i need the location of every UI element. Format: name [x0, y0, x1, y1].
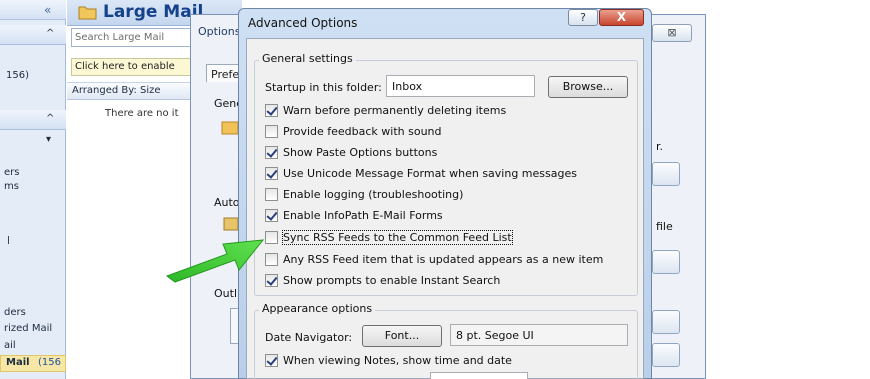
checkbox-unicode-format[interactable]: Use Unicode Message Format when saving m…: [265, 165, 577, 181]
partial-field[interactable]: [430, 372, 528, 379]
nav-item[interactable]: ers: [4, 167, 19, 178]
expand-section-icon[interactable]: ^: [46, 28, 54, 39]
checkbox-checked[interactable]: [265, 166, 278, 180]
checkbox-notes-time-date[interactable]: When viewing Notes, show time and date: [265, 352, 512, 368]
options-button[interactable]: [652, 250, 680, 274]
expand-section-icon[interactable]: ^: [46, 113, 54, 124]
nav-section-bar: [0, 110, 66, 130]
info-bar[interactable]: Click here to enable: [71, 58, 191, 76]
font-button[interactable]: Font...: [362, 325, 442, 347]
dropdown-icon[interactable]: ▾: [46, 134, 51, 145]
folder-icon: [78, 6, 97, 20]
search-input[interactable]: Search Large Mail: [71, 28, 191, 47]
dialog-title: Advanced Options: [248, 16, 358, 30]
checkbox-sync-rss[interactable]: Sync RSS Feeds to the Common Feed List: [265, 229, 513, 245]
nav-item[interactable]: rized Mail: [4, 323, 52, 334]
appearance-options-legend: Appearance options: [259, 302, 376, 315]
checkbox-checked[interactable]: [265, 145, 278, 159]
checkbox-feedback-sound[interactable]: Provide feedback with sound: [265, 123, 442, 139]
collapse-nav-icon[interactable]: «: [44, 3, 51, 17]
general-settings-legend: General settings: [259, 52, 356, 65]
section-label: Auto: [214, 196, 240, 209]
checkbox-warn-delete[interactable]: Warn before permanently deleting items: [265, 102, 506, 118]
checkbox-paste-options[interactable]: Show Paste Options buttons: [265, 144, 437, 160]
startup-folder-label: Startup in this folder:: [265, 81, 382, 94]
help-button[interactable]: ?: [568, 9, 598, 26]
folder-title: Large Mail: [103, 2, 204, 22]
tab-preferences[interactable]: Prefe: [206, 64, 240, 82]
nav-item[interactable]: ders: [4, 307, 26, 318]
date-navigator-label: Date Navigator:: [265, 331, 353, 344]
checkbox-rss-new-item[interactable]: Any RSS Feed item that is updated appear…: [265, 251, 603, 267]
checkbox-unchecked[interactable]: [265, 187, 278, 201]
nav-item-count: (156: [38, 357, 61, 368]
section-label: Outl: [214, 287, 237, 300]
nav-item[interactable]: ms: [4, 181, 19, 192]
nav-item-count[interactable]: 156): [6, 70, 29, 81]
browse-button[interactable]: Browse...: [548, 76, 628, 98]
nav-item-large-mail[interactable]: Mail: [6, 357, 30, 368]
nav-item[interactable]: ail: [4, 340, 16, 351]
mail-icon: [221, 121, 239, 135]
checkbox-instant-search-prompts[interactable]: Show prompts to enable Instant Search: [265, 272, 500, 288]
close-button[interactable]: X: [599, 9, 644, 26]
options-text-fragment: r.: [656, 140, 664, 153]
checkbox-checked[interactable]: [265, 103, 278, 117]
options-button[interactable]: [652, 162, 680, 186]
checkbox-checked[interactable]: [265, 208, 278, 222]
nav-header: [0, 0, 66, 20]
checkbox-unchecked[interactable]: [265, 124, 278, 138]
checkbox-infopath-forms[interactable]: Enable InfoPath E-Mail Forms: [265, 207, 443, 223]
cursor-mark: [8, 236, 9, 244]
startup-folder-field[interactable]: Inbox: [386, 75, 535, 97]
close-icon[interactable]: ⊠: [652, 24, 692, 42]
nav-section-bar: [0, 25, 66, 45]
options-button[interactable]: [652, 343, 680, 367]
font-value-field: 8 pt. Segoe UI: [450, 324, 628, 346]
options-dialog-title: Options: [198, 25, 241, 38]
empty-list-message: There are no it: [105, 108, 179, 119]
checkbox-enable-logging[interactable]: Enable logging (troubleshooting): [265, 186, 463, 202]
options-text-fragment: file: [656, 220, 673, 233]
arranged-by-label: Arranged By: Size: [72, 85, 161, 96]
green-arrow-icon: [165, 239, 265, 283]
options-button[interactable]: [652, 310, 680, 334]
checkbox-checked[interactable]: [265, 353, 278, 367]
